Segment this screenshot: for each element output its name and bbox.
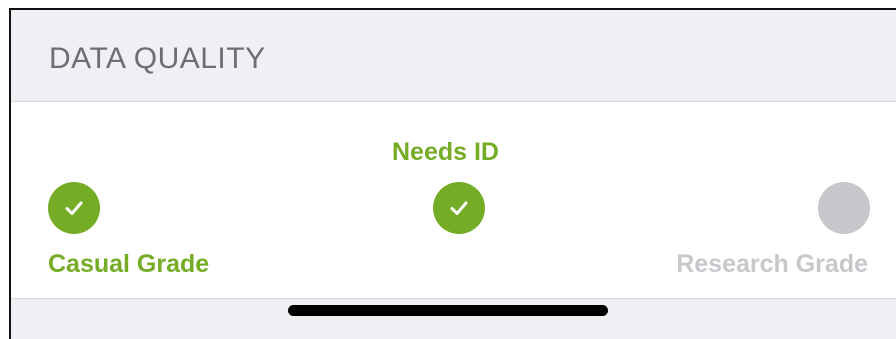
quality-step-needs-id	[433, 182, 485, 234]
home-indicator[interactable]	[288, 305, 608, 316]
section-header: DATA QUALITY	[11, 10, 896, 102]
quality-step-research-grade	[818, 182, 870, 234]
checkmark-icon	[450, 201, 468, 215]
section-title: DATA QUALITY	[49, 42, 266, 75]
quality-label-research-grade: Research Grade	[676, 250, 868, 278]
data-quality-panel: Needs ID Casual Grade Research Grade	[11, 102, 896, 299]
checkmark-icon	[65, 201, 83, 215]
quality-label-casual-grade: Casual Grade	[48, 250, 210, 278]
quality-label-needs-id: Needs ID	[392, 138, 499, 166]
data-quality-card: DATA QUALITY Needs ID Casual Grade Resea…	[9, 8, 896, 339]
quality-step-casual-grade	[48, 182, 100, 234]
